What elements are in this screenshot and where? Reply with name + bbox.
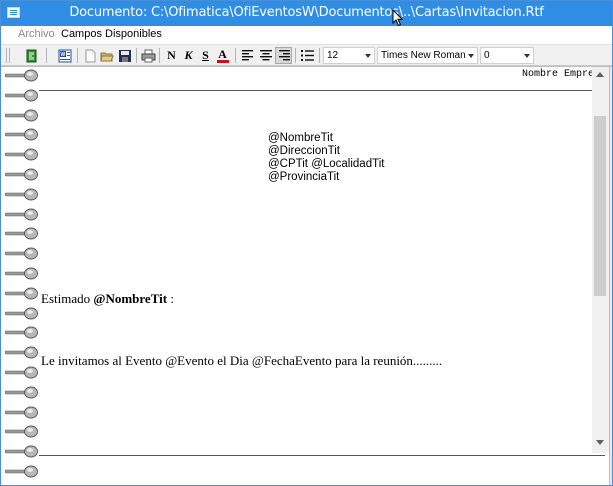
- italic-button[interactable]: K: [180, 47, 197, 64]
- toolbar-separator: [235, 48, 236, 63]
- toolbar-separator: [295, 48, 296, 63]
- spiral-ring-icon: [5, 109, 38, 122]
- bullet-list-button[interactable]: [299, 47, 316, 64]
- window-right-edge: [609, 67, 612, 485]
- spiral-ring-icon: [5, 227, 38, 240]
- svg-text:W: W: [60, 52, 65, 58]
- align-left-button[interactable]: [239, 47, 256, 64]
- spiral-ring-icon: [5, 445, 38, 458]
- new-document-button[interactable]: [81, 47, 98, 64]
- greeting-suffix: :: [167, 291, 174, 306]
- font-size-select[interactable]: 12: [323, 47, 375, 64]
- greeting-line: Estimado @NombreTit :: [41, 291, 174, 307]
- align-right-icon: [278, 50, 290, 61]
- new-document-icon: [85, 49, 95, 62]
- floppy-disk-icon: [118, 49, 131, 62]
- chevron-down-icon: [365, 54, 371, 58]
- spiral-ring-icon: [5, 69, 38, 82]
- formatting-toolbar: W N K S A 12 Times New Roman 0: [1, 44, 612, 66]
- menu-archivo[interactable]: Archivo: [18, 28, 55, 40]
- vertical-scrollbar[interactable]: [592, 67, 609, 453]
- address-line: @DireccionTit: [268, 145, 340, 157]
- menu-bar: Archivo Campos Disponibles: [1, 26, 612, 44]
- save-button[interactable]: [116, 47, 133, 64]
- title-bar[interactable]: Documento: C:\Ofimatica\OfiEventosW\Docu…: [1, 1, 612, 27]
- document-window: Documento: C:\Ofimatica\OfiEventosW\Docu…: [0, 0, 613, 486]
- third-select[interactable]: 0: [480, 47, 534, 64]
- open-file-button[interactable]: [98, 47, 115, 64]
- footer-rule: [39, 455, 605, 456]
- notebook-binding: [5, 67, 41, 485]
- window-title: Documento: C:\Ofimatica\OfiEventosW\Docu…: [69, 5, 544, 20]
- greeting-prefix: Estimado: [41, 291, 94, 306]
- font-name-select[interactable]: Times New Roman: [377, 47, 478, 64]
- font-color-swatch: [216, 60, 229, 63]
- spiral-ring-icon: [5, 208, 38, 221]
- address-line: @NombreTit: [268, 132, 333, 144]
- spiral-ring-icon: [5, 267, 38, 280]
- address-line: @CPTit @LocalidadTit: [268, 158, 385, 170]
- menu-campos-disponibles[interactable]: Campos Disponibles: [61, 28, 162, 40]
- word-document-icon: W: [58, 49, 71, 62]
- align-right-button[interactable]: [275, 47, 292, 64]
- bold-button[interactable]: N: [163, 47, 180, 64]
- spiral-ring-icon: [5, 188, 38, 201]
- third-select-value: 0: [484, 50, 490, 61]
- exit-door-icon: [26, 49, 36, 62]
- scroll-up-icon[interactable]: [596, 72, 604, 77]
- font-color-letter: A: [218, 47, 227, 61]
- align-center-icon: [259, 50, 272, 61]
- document-page[interactable]: Nombre Empresa @NombreTit @DireccionTit …: [39, 67, 606, 485]
- spiral-ring-icon: [5, 465, 38, 478]
- spiral-ring-icon: [5, 366, 38, 379]
- toolbar-separator: [136, 48, 137, 63]
- spiral-ring-icon: [5, 287, 38, 300]
- spiral-ring-icon: [5, 406, 38, 419]
- spiral-ring-icon: [5, 425, 38, 438]
- address-line: @ProvinciaTit: [268, 171, 340, 183]
- print-button[interactable]: [140, 47, 157, 64]
- font-color-button[interactable]: A: [214, 47, 231, 64]
- scrollbar-thumb[interactable]: [594, 116, 606, 296]
- spiral-ring-icon: [5, 386, 38, 399]
- chevron-down-icon: [524, 54, 530, 58]
- toolbar-separator: [46, 48, 47, 63]
- exit-button[interactable]: [23, 47, 40, 64]
- header-rule: [39, 90, 605, 91]
- chevron-down-icon: [468, 54, 474, 58]
- spiral-ring-icon: [5, 148, 38, 161]
- scroll-down-icon[interactable]: [596, 440, 604, 445]
- spiral-ring-icon: [5, 326, 38, 339]
- spiral-ring-icon: [5, 128, 38, 141]
- spiral-ring-icon: [5, 346, 38, 359]
- toolbar-separator: [77, 48, 78, 63]
- printer-icon: [141, 49, 156, 62]
- toolbar-grip: [9, 48, 10, 63]
- underline-button[interactable]: S: [197, 47, 214, 64]
- invitation-line: Le invitamos al Evento @Evento el Dia @F…: [41, 353, 443, 368]
- toolbar-separator: [159, 48, 160, 63]
- spiral-ring-icon: [5, 307, 38, 320]
- align-center-button[interactable]: [257, 47, 274, 64]
- mouse-pointer-icon: [392, 9, 404, 27]
- spiral-ring-icon: [5, 89, 38, 102]
- toolbar-grip: [6, 48, 7, 63]
- font-size-value: 12: [327, 50, 339, 61]
- bullet-list-icon: [301, 50, 314, 61]
- toolbar-separator: [319, 48, 320, 63]
- align-left-icon: [241, 50, 253, 61]
- font-name-value: Times New Roman: [381, 50, 466, 61]
- document-area: Nombre Empresa @NombreTit @DireccionTit …: [1, 66, 612, 485]
- spiral-ring-icon: [5, 247, 38, 260]
- greeting-field: @NombreTit: [93, 291, 168, 306]
- spiral-ring-icon: [5, 168, 38, 181]
- word-document-button[interactable]: W: [56, 47, 73, 64]
- folder-open-icon: [99, 52, 114, 61]
